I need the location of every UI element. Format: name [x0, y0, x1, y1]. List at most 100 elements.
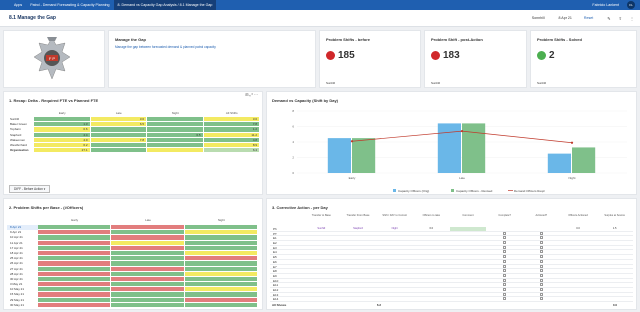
corr-cell[interactable] [596, 293, 633, 297]
corr-cell[interactable] [413, 279, 450, 283]
checkbox-icon[interactable] [539, 231, 543, 235]
corr-cell[interactable] [303, 269, 340, 273]
corr-checkbox[interactable] [523, 297, 560, 301]
corr-cell[interactable] [303, 246, 340, 250]
corr-cell[interactable] [450, 255, 487, 259]
corr-cell[interactable] [340, 241, 377, 245]
corr-checkbox[interactable] [523, 245, 560, 250]
corr-cell[interactable] [303, 236, 340, 240]
corr-cell[interactable] [340, 265, 377, 269]
corr-cell[interactable] [450, 288, 487, 292]
corr-cell[interactable] [413, 250, 450, 254]
corr-checkbox[interactable] [486, 245, 523, 250]
diff-before-action-button[interactable]: DIFF - Before Action ▾ [9, 185, 51, 193]
corr-cell[interactable] [376, 255, 413, 259]
corr-checkbox[interactable] [486, 227, 523, 231]
corr-checkbox[interactable] [486, 236, 523, 240]
corr-cell[interactable] [376, 260, 413, 264]
corr-cell[interactable] [340, 232, 377, 236]
corr-cell[interactable] [376, 297, 413, 301]
corr-cell[interactable] [413, 260, 450, 264]
corr-cell[interactable] [560, 274, 597, 278]
checkbox-icon[interactable] [503, 292, 507, 296]
more-icon[interactable]: ⋮ [630, 16, 634, 21]
tab-gap-analysis[interactable]: 8. Demand vs Capacity Gap Analysis / 8.1… [113, 0, 217, 10]
corr-checkbox[interactable] [523, 278, 560, 283]
checkbox-icon[interactable] [539, 236, 543, 240]
corr-cell[interactable] [376, 269, 413, 273]
checkbox-icon[interactable] [539, 255, 543, 259]
corr-cell[interactable] [340, 236, 377, 240]
corr-cell[interactable] [340, 269, 377, 273]
checkbox-icon[interactable] [503, 255, 507, 259]
corr-cell[interactable] [376, 279, 413, 283]
corr-cell[interactable] [340, 297, 377, 301]
corr-cell[interactable] [450, 283, 487, 287]
corr-checkbox[interactable] [523, 269, 560, 273]
share-icon[interactable]: ⇪ [619, 16, 622, 21]
corr-cell[interactable] [450, 279, 487, 283]
corr-cell[interactable] [303, 232, 340, 236]
corr-cell[interactable] [413, 236, 450, 240]
corr-cell[interactable] [413, 274, 450, 278]
corr-cell[interactable] [376, 246, 413, 250]
checkbox-icon[interactable] [503, 250, 507, 254]
corr-cell[interactable]: 0.0 [560, 227, 597, 231]
corr-checkbox[interactable] [486, 250, 523, 254]
corr-cell[interactable] [450, 241, 487, 245]
checkbox-icon[interactable] [503, 236, 507, 240]
corr-cell[interactable] [449, 227, 487, 231]
checkbox-icon[interactable] [539, 287, 543, 291]
corr-checkbox[interactable] [486, 269, 523, 273]
corr-cell[interactable] [596, 297, 633, 301]
corr-cell[interactable] [303, 260, 340, 264]
corr-cell[interactable] [413, 255, 450, 259]
corr-cell[interactable] [303, 255, 340, 259]
corr-checkbox[interactable] [486, 255, 523, 259]
checkbox-icon[interactable] [503, 287, 507, 291]
corr-cell[interactable] [413, 241, 450, 245]
checkbox-icon[interactable] [539, 245, 543, 249]
corr-cell[interactable] [376, 250, 413, 254]
corr-cell[interactable] [560, 297, 597, 301]
corr-checkbox[interactable] [523, 259, 560, 264]
corr-checkbox[interactable] [523, 287, 560, 292]
checkbox-icon[interactable] [539, 273, 543, 277]
checkbox-icon[interactable] [503, 297, 507, 301]
reset-button[interactable]: Reset [584, 16, 593, 20]
avatar[interactable]: FL [627, 1, 635, 9]
corr-cell[interactable] [376, 265, 413, 269]
checkbox-icon[interactable] [503, 278, 507, 282]
checkbox-icon[interactable] [503, 273, 507, 277]
corr-cell[interactable] [596, 241, 633, 245]
expand-icon[interactable]: ⤢ [250, 92, 253, 97]
date-filter[interactable]: 8 Apr 21 [559, 16, 572, 20]
corr-cell[interactable] [450, 236, 487, 240]
filter-icon[interactable]: ⊞ [245, 92, 248, 97]
corr-cell[interactable] [413, 265, 450, 269]
corr-cell[interactable] [450, 246, 487, 250]
corr-cell[interactable] [450, 265, 487, 269]
corr-cell[interactable] [560, 232, 597, 236]
corr-checkbox[interactable] [523, 283, 560, 287]
corr-cell[interactable] [340, 283, 377, 287]
tab-patrol[interactable]: Patrol - Demand Forecasting & Capacity P… [26, 0, 113, 10]
corr-cell[interactable] [303, 274, 340, 278]
corr-checkbox[interactable] [523, 273, 560, 278]
corr-cell[interactable] [413, 246, 450, 250]
corr-cell[interactable] [596, 279, 633, 283]
corr-cell[interactable] [376, 274, 413, 278]
corr-cell[interactable] [596, 269, 633, 273]
corr-cell[interactable]: 1.5 [596, 227, 633, 231]
corr-checkbox[interactable] [486, 273, 523, 278]
corr-cell[interactable] [376, 232, 413, 236]
corr-cell[interactable] [303, 265, 340, 269]
corr-cell[interactable] [303, 250, 340, 254]
corr-cell[interactable] [596, 288, 633, 292]
corr-checkbox[interactable] [486, 292, 523, 297]
corr-cell[interactable] [303, 283, 340, 287]
corr-cell[interactable] [560, 241, 597, 245]
corr-checkbox[interactable] [523, 264, 560, 269]
corr-cell[interactable] [413, 293, 450, 297]
corr-cell[interactable] [340, 293, 377, 297]
